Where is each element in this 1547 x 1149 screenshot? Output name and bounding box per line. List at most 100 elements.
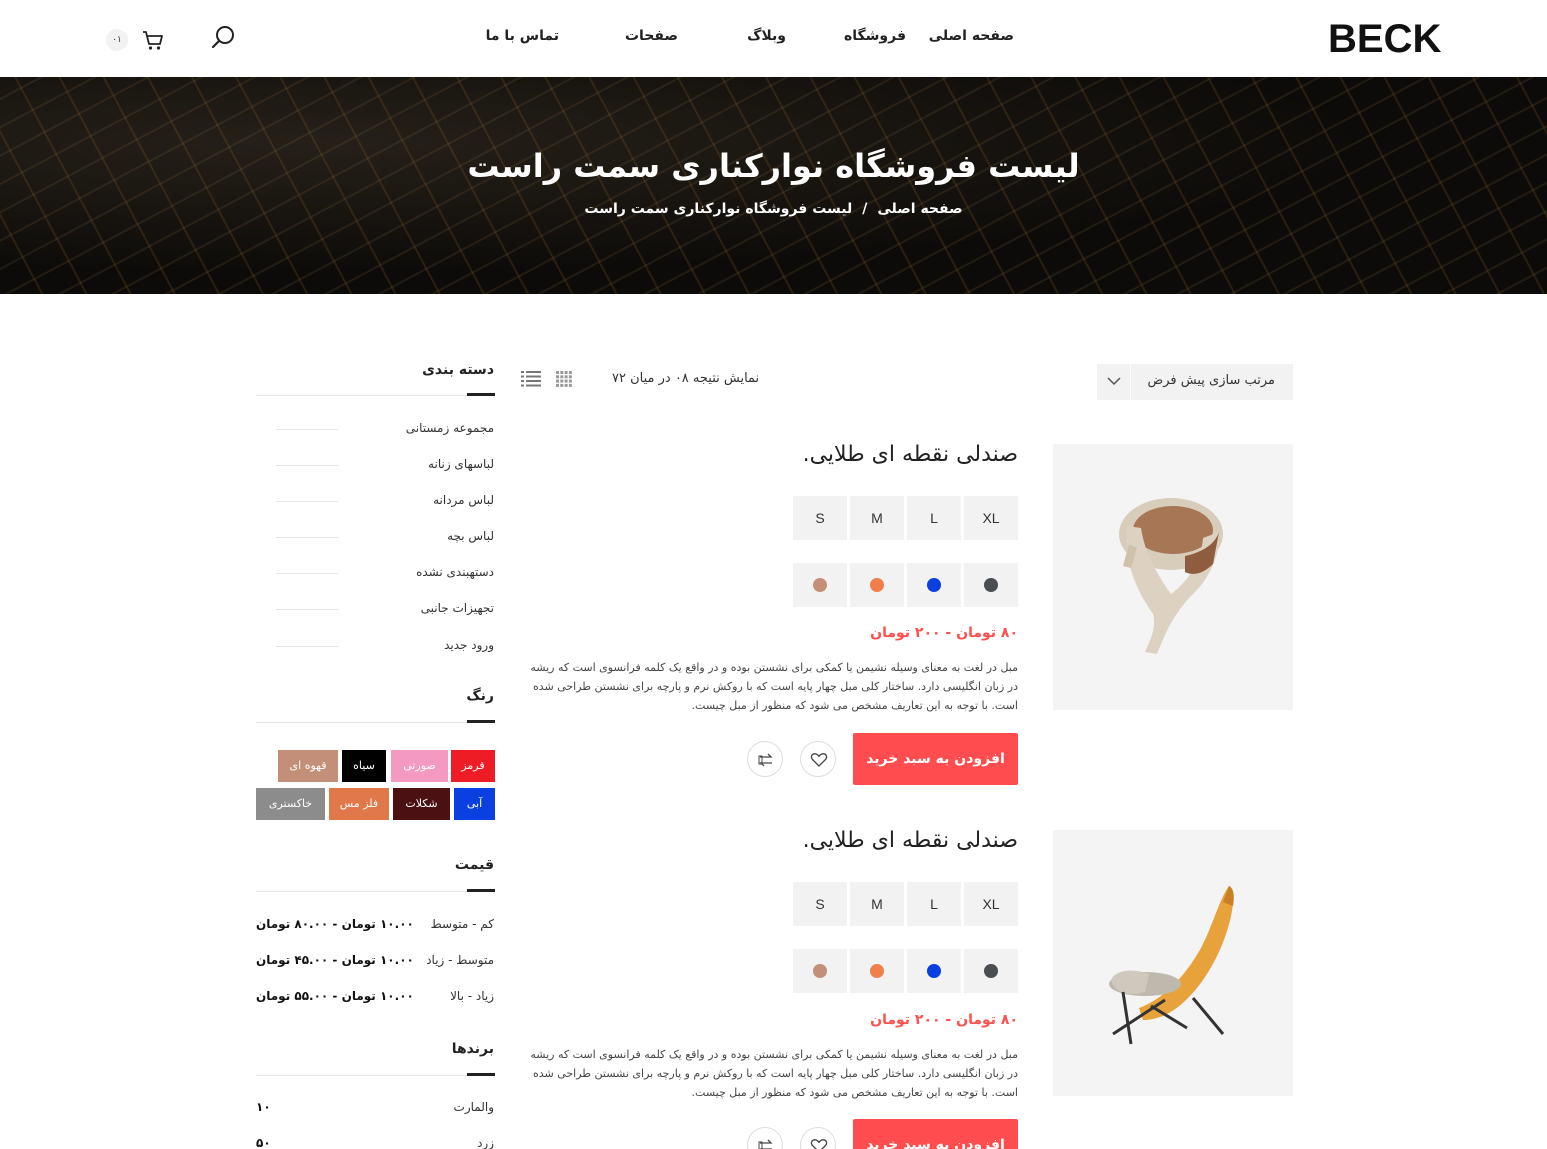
cart-count-badge: ۰۱ bbox=[106, 29, 128, 51]
compare-icon bbox=[758, 753, 773, 767]
color-option-blue[interactable] bbox=[907, 949, 961, 993]
divider bbox=[256, 1075, 495, 1076]
nav-shop[interactable]: فروشگاه bbox=[844, 28, 906, 44]
category-item[interactable]: دستهبندی نشده bbox=[416, 565, 494, 579]
chair-illustration bbox=[1109, 886, 1234, 1045]
heading-underline bbox=[467, 393, 495, 396]
sort-select-label: مرتب سازی پیش فرض bbox=[1147, 373, 1275, 388]
color-swatch-copper[interactable]: فلز مس bbox=[329, 788, 389, 820]
divider bbox=[276, 609, 338, 610]
add-to-cart-button[interactable]: افزودن به سبد خرید bbox=[853, 733, 1018, 785]
heading-underline bbox=[467, 1073, 495, 1076]
category-item[interactable]: لباس مردانه bbox=[433, 493, 494, 507]
site-logo[interactable]: BECK bbox=[1328, 18, 1441, 60]
nav-pages[interactable]: صفحات bbox=[625, 28, 678, 44]
nav-contact[interactable]: تماس با ما bbox=[486, 28, 559, 44]
chair-illustration bbox=[1119, 498, 1223, 654]
divider bbox=[276, 429, 338, 430]
grid-view-icon[interactable] bbox=[556, 371, 572, 387]
size-option-xl[interactable]: XL bbox=[964, 882, 1018, 926]
product-title[interactable]: صندلی نقطه ای طلایی. bbox=[803, 828, 1018, 853]
brand-item[interactable]: زرد bbox=[477, 1136, 494, 1149]
add-to-cart-button[interactable]: افزودن به سبد خرید bbox=[853, 1119, 1018, 1149]
price-range-value[interactable]: ۱۰.۰۰ تومان - ۴۵.۰۰ تومان bbox=[256, 953, 414, 967]
product-price: ۸۰ تومان - ۲۰۰ تومان bbox=[870, 625, 1018, 641]
color-option-orange[interactable] bbox=[850, 563, 904, 607]
breadcrumb-current: لیست فروشگاه نوارکناری سمت راست bbox=[584, 201, 853, 217]
divider bbox=[256, 395, 495, 396]
cart-icon[interactable] bbox=[141, 28, 165, 52]
category-item[interactable]: تجهیزات جانبی bbox=[421, 601, 494, 615]
hero-overlay bbox=[0, 77, 1547, 294]
nav-blog[interactable]: وبلاگ bbox=[747, 28, 786, 44]
brand-count: ۵۰ bbox=[256, 1136, 271, 1149]
sort-select[interactable]: مرتب سازی پیش فرض bbox=[1097, 364, 1293, 400]
color-option-orange[interactable] bbox=[850, 949, 904, 993]
category-item[interactable]: مجموعه زمستانی bbox=[406, 421, 494, 435]
search-icon[interactable] bbox=[210, 24, 236, 50]
color-swatch-black[interactable]: سیاه bbox=[342, 750, 386, 782]
category-item[interactable]: لباسهای زنانه bbox=[428, 457, 494, 471]
price-range-label[interactable]: کم - متوسط bbox=[431, 917, 494, 931]
heart-icon bbox=[810, 1139, 828, 1149]
heart-icon bbox=[810, 753, 828, 767]
category-item[interactable]: لباس بچه bbox=[447, 529, 494, 543]
price-range-value[interactable]: ۱۰.۰۰ تومان - ۸۰.۰۰ تومان bbox=[256, 917, 414, 931]
price-range-label[interactable]: زیاد - بالا bbox=[450, 989, 494, 1003]
product-title[interactable]: صندلی نقطه ای طلایی. bbox=[803, 442, 1018, 467]
breadcrumb-separator: / bbox=[862, 201, 868, 217]
list-view-icon[interactable] bbox=[521, 371, 541, 387]
chevron-down-icon[interactable] bbox=[1097, 364, 1131, 400]
size-option-m[interactable]: M bbox=[850, 496, 904, 540]
product-price: ۸۰ تومان - ۲۰۰ تومان bbox=[870, 1012, 1018, 1028]
color-option-blue[interactable] bbox=[907, 563, 961, 607]
size-option-l[interactable]: L bbox=[907, 882, 961, 926]
result-count: نمایش نتیجه ۰۸ در میان ۷۲ bbox=[612, 371, 760, 386]
size-option-s[interactable]: S bbox=[793, 882, 847, 926]
color-heading: رنگ bbox=[466, 688, 494, 704]
hero-banner: لیست فروشگاه نوارکناری سمت راست صفحه اصل… bbox=[0, 77, 1547, 294]
color-swatch-brown[interactable]: قهوه ای bbox=[278, 750, 338, 782]
nav-home[interactable]: صفحه اصلی bbox=[929, 28, 1014, 44]
wishlist-button[interactable] bbox=[800, 1127, 836, 1149]
size-option-m[interactable]: M bbox=[850, 882, 904, 926]
page-title: لیست فروشگاه نوارکناری سمت راست bbox=[467, 147, 1080, 185]
product-image[interactable] bbox=[1053, 444, 1293, 710]
divider bbox=[256, 722, 495, 723]
product-image[interactable] bbox=[1053, 830, 1293, 1096]
breadcrumb-home[interactable]: صفحه اصلی bbox=[877, 201, 962, 217]
brands-heading: برندها bbox=[451, 1041, 494, 1057]
product-description: مبل در لغت به معنای وسیله نشیمن یا کمکی … bbox=[530, 661, 1018, 712]
site-header: BECK صفحه اصلی فروشگاه وبلاگ صفحات تماس … bbox=[0, 0, 1547, 77]
color-swatch-blue[interactable]: آبی bbox=[454, 788, 495, 820]
divider bbox=[276, 646, 338, 647]
color-option-tan[interactable] bbox=[793, 949, 847, 993]
price-range-label[interactable]: متوسط - زیاد bbox=[426, 953, 494, 967]
compare-icon bbox=[758, 1139, 773, 1149]
price-range-value[interactable]: ۱۰.۰۰ تومان - ۵۵.۰۰ تومان bbox=[256, 989, 414, 1003]
color-swatch-gray[interactable]: خاکستری bbox=[256, 788, 325, 820]
compare-button[interactable] bbox=[747, 741, 783, 777]
color-option-gray[interactable] bbox=[964, 949, 1018, 993]
color-option-tan[interactable] bbox=[793, 563, 847, 607]
color-swatch-red[interactable]: قرمز bbox=[451, 750, 495, 782]
size-option-s[interactable]: S bbox=[793, 496, 847, 540]
divider bbox=[256, 891, 495, 892]
brand-item[interactable]: والمارت bbox=[454, 1100, 494, 1114]
divider bbox=[276, 501, 338, 502]
color-swatch-pink[interactable]: صورتی bbox=[391, 750, 448, 782]
categories-heading: دسته بندی bbox=[422, 362, 494, 378]
compare-button[interactable] bbox=[747, 1127, 783, 1149]
heading-underline bbox=[467, 889, 495, 892]
heading-underline bbox=[467, 720, 495, 723]
category-item[interactable]: ورود جدید bbox=[444, 638, 494, 652]
price-heading: قیمت bbox=[454, 857, 494, 873]
divider bbox=[276, 573, 338, 574]
color-swatch-chocolate[interactable]: شکلات bbox=[393, 788, 450, 820]
color-option-gray[interactable] bbox=[964, 563, 1018, 607]
brand-count: ۱۰ bbox=[256, 1100, 271, 1114]
wishlist-button[interactable] bbox=[800, 741, 836, 777]
breadcrumb: صفحه اصلی / لیست فروشگاه نوارکناری سمت راس… bbox=[0, 201, 1547, 217]
size-option-xl[interactable]: XL bbox=[964, 496, 1018, 540]
size-option-l[interactable]: L bbox=[907, 496, 961, 540]
